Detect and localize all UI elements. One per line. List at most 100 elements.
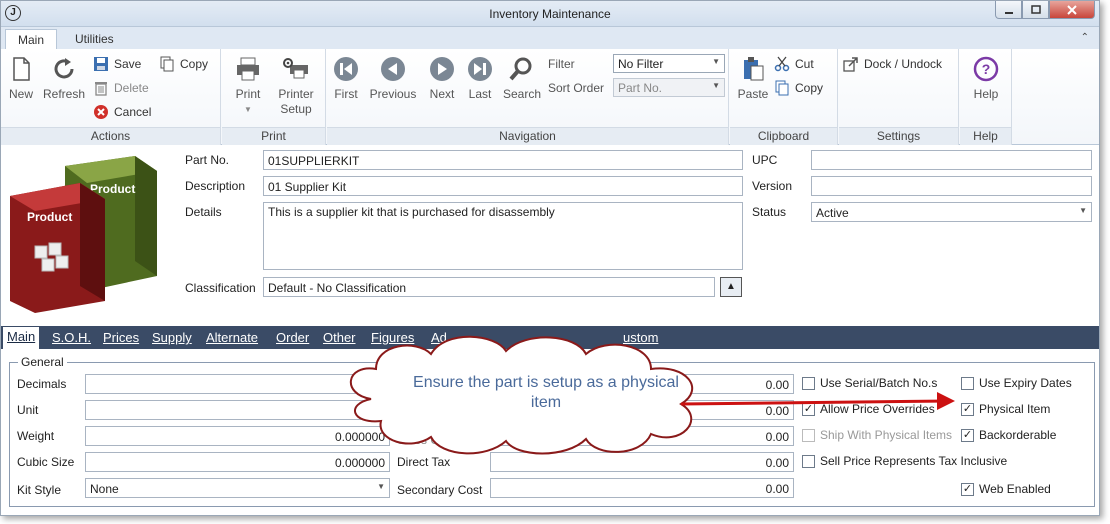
- tab-supply[interactable]: Supply: [152, 330, 192, 345]
- checkmark-icon: ✓: [961, 482, 974, 496]
- cut-button[interactable]: Cut: [774, 55, 814, 73]
- physical-item-checkbox[interactable]: ✓ Physical Item: [961, 402, 1050, 416]
- sort-order-select[interactable]: Part No. ▼: [613, 78, 725, 97]
- chevron-down-icon: ▼: [1079, 206, 1087, 215]
- delete-button[interactable]: Delete: [93, 79, 149, 97]
- classification-expand-button[interactable]: ▲: [720, 277, 742, 297]
- first-record-icon: [334, 57, 358, 81]
- ribbon-tab-main[interactable]: Main: [5, 29, 58, 49]
- filter-select[interactable]: No Filter ▼: [613, 54, 725, 73]
- use-expiry-dates-checkbox[interactable]: Use Expiry Dates: [961, 376, 1072, 390]
- version-label: Version: [752, 179, 793, 193]
- navigation-group-label: Navigation: [327, 127, 728, 145]
- new-button[interactable]: New: [7, 55, 35, 102]
- last-label: Last: [468, 87, 492, 101]
- cubic-size-label: Cubic Size: [17, 455, 75, 469]
- next-button[interactable]: Next: [427, 55, 457, 102]
- serial-batch-checkbox[interactable]: Use Serial/Batch No.s: [802, 376, 937, 390]
- kit-style-value: None: [90, 482, 119, 496]
- secondary-cost-label: Secondary Cost: [397, 483, 483, 497]
- description-input[interactable]: 01 Supplier Kit: [263, 176, 743, 196]
- chevron-down-icon: ▼: [712, 81, 720, 90]
- search-button[interactable]: Search: [503, 55, 542, 102]
- part-no-input[interactable]: 01SUPPLIERKIT: [263, 150, 743, 170]
- tab-main[interactable]: Main: [3, 327, 40, 349]
- tab-soh[interactable]: S.O.H.: [52, 330, 91, 345]
- sort-order-value: Part No.: [618, 81, 663, 95]
- dock-undock-icon: [843, 57, 858, 72]
- search-label: Search: [503, 87, 542, 101]
- printer-setup-label-1: Printer: [278, 87, 314, 101]
- details-textarea[interactable]: This is a supplier kit that is purchased…: [263, 202, 743, 270]
- filter-label: Filter: [548, 57, 575, 71]
- help-button[interactable]: ? Help: [968, 55, 1004, 102]
- secondary-cost-input[interactable]: 0.00: [490, 478, 794, 498]
- checkbox-box: [802, 454, 815, 468]
- trash-icon: [95, 82, 107, 96]
- ship-with-physical-checkbox[interactable]: Ship With Physical Items: [802, 428, 952, 442]
- dock-undock-button[interactable]: Dock / Undock: [843, 55, 942, 73]
- tab-prices[interactable]: Prices: [103, 330, 139, 345]
- new-document-icon: [13, 57, 30, 81]
- physical-item-label: Physical Item: [979, 402, 1051, 416]
- navigation-group: First Previous Next Last Search Filter N…: [327, 49, 729, 145]
- new-label: New: [8, 87, 33, 101]
- checkbox-box: [802, 376, 815, 390]
- copy-label: Copy: [795, 81, 824, 95]
- refresh-label: Refresh: [43, 87, 86, 101]
- printer-setup-button[interactable]: Printer Setup: [274, 55, 318, 117]
- web-enabled-checkbox[interactable]: ✓ Web Enabled: [961, 482, 1051, 496]
- ribbon: New Refresh Save Delete Cancel Copy Acti…: [1, 49, 1099, 145]
- save-button[interactable]: Save: [93, 55, 141, 73]
- web-enabled-label: Web Enabled: [979, 482, 1051, 496]
- printer-icon: [237, 57, 259, 81]
- minimize-button[interactable]: [995, 1, 1022, 19]
- refresh-button[interactable]: Refresh: [43, 55, 85, 102]
- paste-icon: [744, 57, 764, 81]
- status-select[interactable]: Active ▼: [811, 202, 1092, 222]
- allow-price-overrides-checkbox[interactable]: ✓ Allow Price Overrides: [802, 402, 935, 416]
- decimals-label: Decimals: [17, 377, 67, 391]
- first-button[interactable]: First: [331, 55, 361, 102]
- previous-button[interactable]: Previous: [369, 55, 417, 102]
- product-box-image: Product Product: [10, 156, 157, 313]
- ribbon-tab-utilities[interactable]: Utilities: [63, 29, 126, 49]
- save-label: Save: [114, 57, 142, 71]
- clipboard-group-label: Clipboard: [730, 127, 837, 145]
- printer-setup-icon: [283, 58, 308, 79]
- tab-order[interactable]: Order: [276, 330, 309, 345]
- print-button[interactable]: Print ▼: [232, 55, 264, 117]
- kit-style-label: Kit Style: [17, 483, 62, 497]
- last-button[interactable]: Last: [465, 55, 495, 102]
- upc-label: UPC: [752, 153, 778, 167]
- version-input[interactable]: [811, 176, 1092, 196]
- collapse-ribbon-icon[interactable]: ⌃: [1081, 32, 1089, 43]
- copy-record-button[interactable]: Copy: [159, 55, 208, 73]
- cut-label: Cut: [795, 57, 814, 71]
- maximize-button[interactable]: [1022, 1, 1049, 19]
- save-icon: [94, 57, 108, 71]
- sell-price-tax-checkbox[interactable]: Sell Price Represents Tax Inclusive: [802, 454, 1007, 468]
- backorderable-checkbox[interactable]: ✓ Backorderable: [961, 428, 1056, 442]
- use-expiry-dates-label: Use Expiry Dates: [979, 376, 1072, 390]
- tab-alternate[interactable]: Alternate: [206, 330, 258, 345]
- paste-button[interactable]: Paste: [736, 55, 770, 102]
- cancel-icon: [94, 105, 108, 119]
- classification-input[interactable]: Default - No Classification: [263, 277, 715, 297]
- cancel-button[interactable]: Cancel: [93, 103, 151, 121]
- details-label: Details: [185, 205, 222, 219]
- kit-style-select[interactable]: None ▼: [85, 478, 390, 498]
- status-value: Active: [816, 206, 849, 220]
- upc-input[interactable]: [811, 150, 1092, 170]
- copy-button[interactable]: Copy: [774, 79, 823, 97]
- chevron-down-icon: ▼: [377, 482, 385, 491]
- print-dropdown-arrow-icon[interactable]: ▼: [232, 102, 264, 117]
- backorderable-label: Backorderable: [979, 428, 1057, 442]
- print-group: Print ▼ Printer Setup Print: [222, 49, 326, 145]
- inventory-maintenance-window: J Inventory Maintenance Main Utilities ⌃…: [0, 0, 1100, 516]
- product-label-front: Product: [27, 210, 72, 224]
- callout-text: Ensure the part is setup as a physical i…: [413, 374, 679, 411]
- close-button[interactable]: [1049, 1, 1095, 19]
- filter-value: No Filter: [618, 57, 664, 71]
- copy-record-label: Copy: [180, 57, 209, 71]
